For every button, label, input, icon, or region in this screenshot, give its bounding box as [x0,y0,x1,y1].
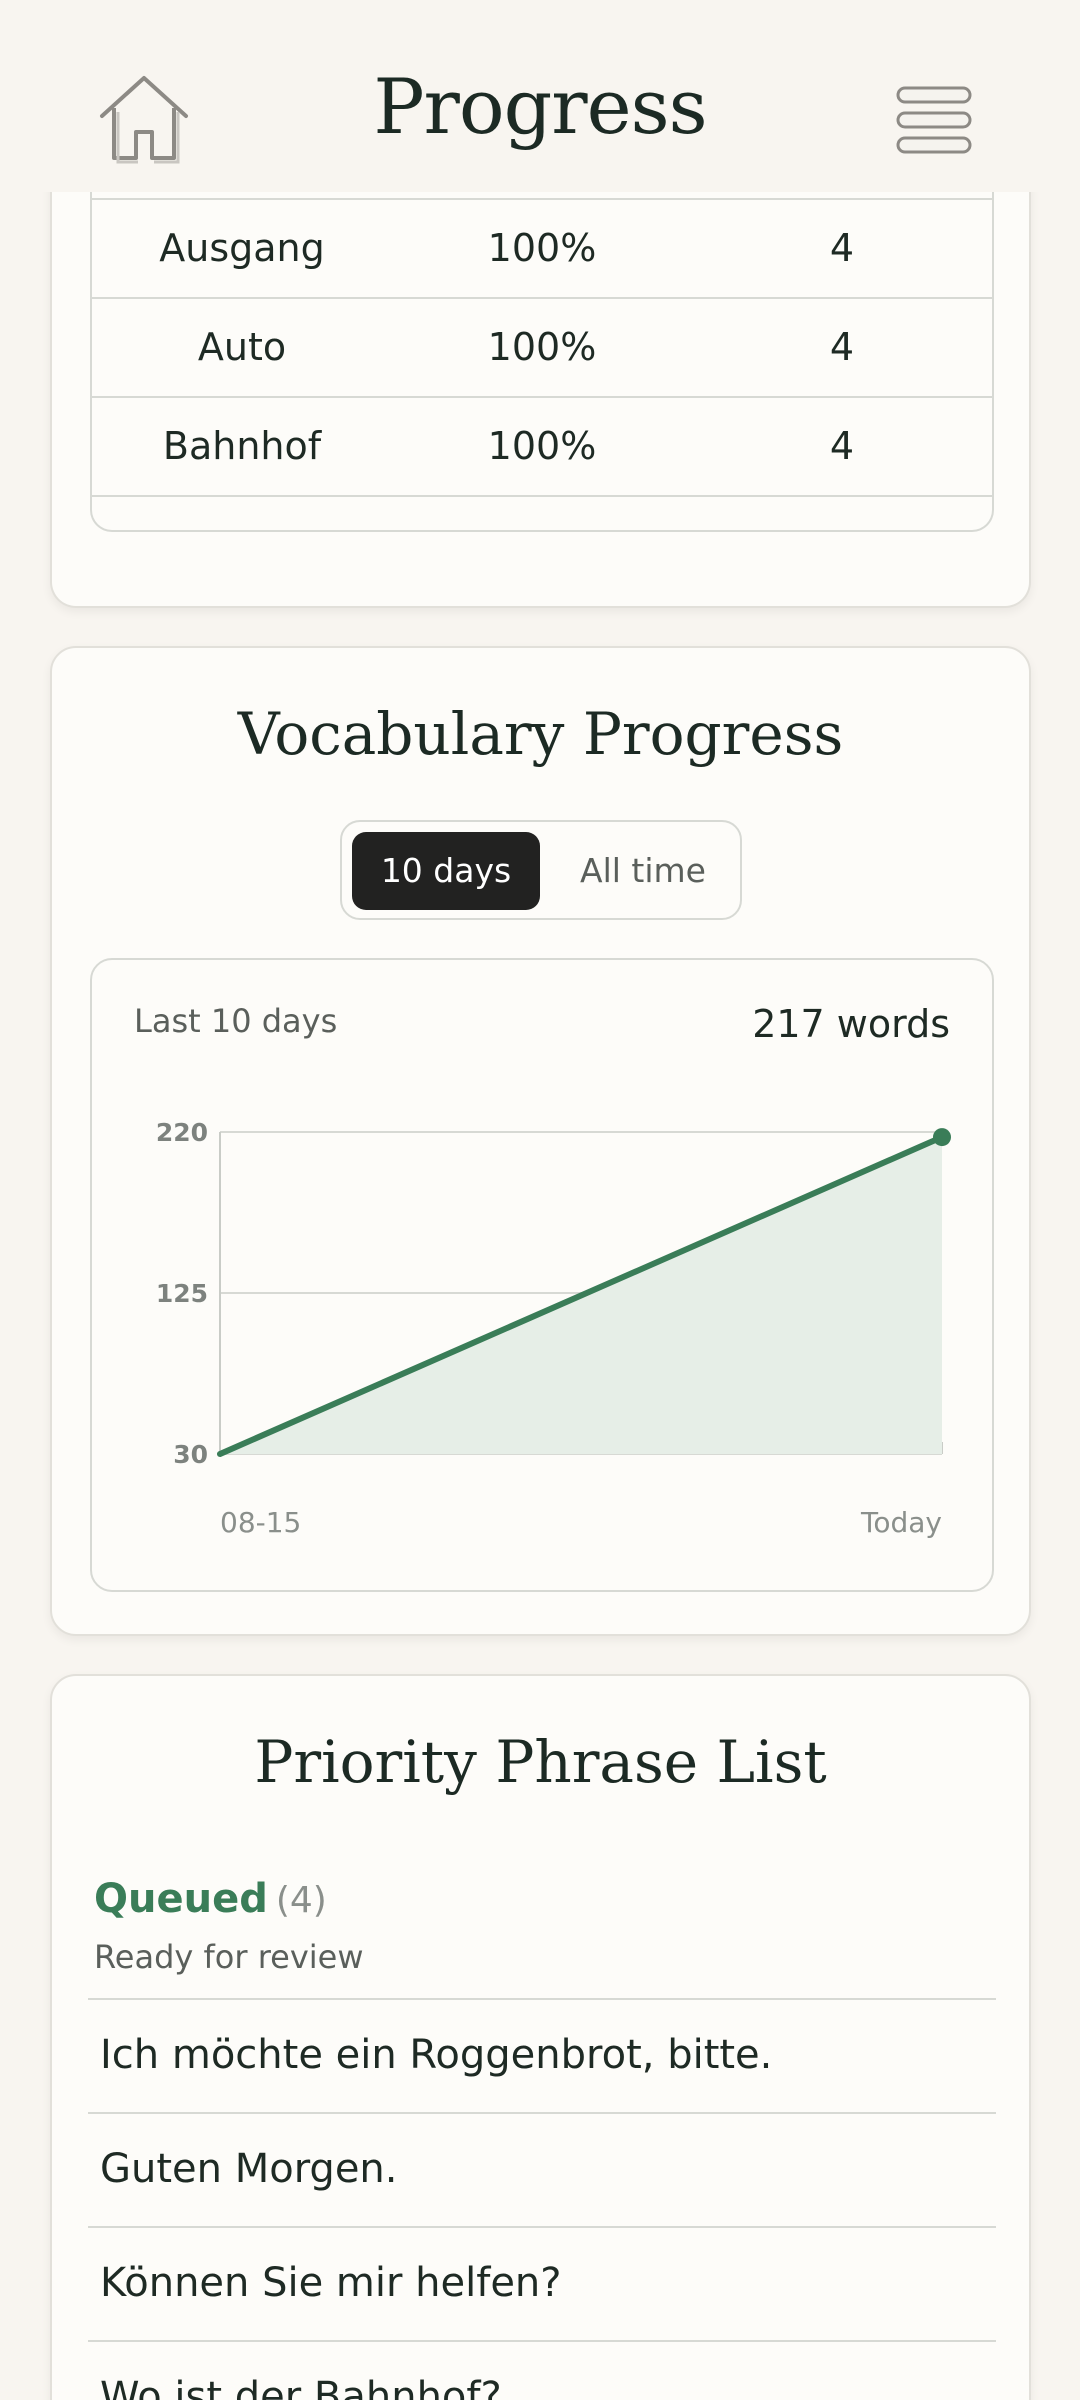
toggle-all-time[interactable]: All time [552,832,734,910]
phrase-item[interactable]: Wo ist der Bahnhof? [88,2340,996,2400]
table-cell-word: Bahnhof [162,424,322,468]
range-toggle: 10 days All time [340,820,742,920]
table-row: Auto 100% 4 [92,299,992,398]
phrase-list: Ich möchte ein Roggenbrot, bitte. Guten … [88,1998,996,2400]
queued-subtitle: Ready for review [94,1938,364,1976]
vocabulary-progress-title: Vocabulary Progress [237,700,844,768]
chart-x-tick-label: Today [860,1506,942,1539]
table-cell-percent: 100% [487,325,597,369]
phrase-item[interactable]: Können Sie mir helfen? [88,2226,996,2340]
top-app-bar: Progress [0,0,1080,192]
table-row: Ausgang 100% 4 [92,200,992,299]
priority-phrase-card: Priority Phrase List Queued (4) Ready for… [50,1674,1031,2400]
vocabulary-progress-card: Vocabulary Progress 10 days All time Las… [50,646,1031,1636]
table-cell-count: 4 [829,226,855,270]
table-cell-count: 4 [829,424,855,468]
table-cell-percent: 100% [487,226,597,270]
chart-y-tick-label: 220 [156,1118,208,1147]
table-cell-word: Auto [197,325,287,369]
hamburger-menu-icon [896,86,972,154]
chart-x-tick-label: 08-15 [220,1506,301,1539]
chart-point [933,1128,951,1147]
chart-panel: Last 10 days 217 words 30 125 220 08-15 Toda… [90,958,994,1592]
toggle-10-days[interactable]: 10 days [352,832,540,910]
table-row: Bahnhof 100% 4 [92,398,992,497]
queued-heading: Queued (4) [94,1876,327,1922]
chart-y-tick-label: 125 [156,1279,208,1308]
table-cell-percent: 100% [487,424,597,468]
table-cell-count: 4 [829,325,855,369]
queued-label: Queued [94,1876,268,1922]
queued-count: (4) [275,1880,327,1921]
phrase-item[interactable]: Ich möchte ein Roggenbrot, bitte. [88,1998,996,2112]
chart-y-tick-label: 30 [173,1440,208,1469]
menu-button[interactable] [892,82,976,158]
word-stats-card: Ausgang 100% 4 Auto 100% 4 Bahnhof 100% … [50,120,1031,608]
phrase-item[interactable]: Guten Morgen. [88,2112,996,2226]
priority-phrase-title: Priority Phrase List [254,1728,827,1796]
table-cell-word: Ausgang [159,226,325,270]
vocabulary-chart: 30 125 220 08-15 Today [156,1118,951,1539]
